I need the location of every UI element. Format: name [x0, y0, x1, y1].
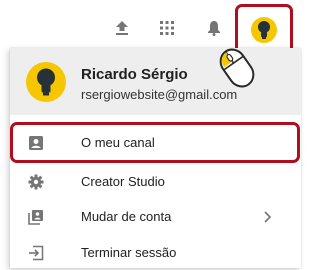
gear-icon — [27, 173, 45, 191]
profile-avatar — [26, 62, 66, 102]
sign-out-icon — [27, 244, 45, 262]
menu-item-label: Creator Studio — [81, 174, 165, 189]
profile-name: Ricardo Sérgio — [81, 66, 188, 83]
menu-item-sign-out[interactable]: Terminar sessão — [10, 236, 301, 270]
menu-item-label: Mudar de conta — [81, 209, 172, 224]
upload-icon[interactable] — [111, 17, 133, 39]
menu-item-label: Terminar sessão — [81, 245, 177, 260]
lightbulb-icon — [37, 68, 55, 96]
chevron-right-icon — [264, 211, 272, 223]
mouse-cursor-icon — [219, 48, 255, 88]
apps-icon[interactable] — [156, 17, 178, 39]
switch-account-icon — [27, 208, 45, 226]
bell-icon[interactable] — [203, 17, 225, 39]
menu-item-switch-account[interactable]: Mudar de conta — [10, 200, 301, 234]
menu-item-creator-studio[interactable]: Creator Studio — [10, 165, 301, 199]
my-channel-highlight-box — [10, 122, 300, 163]
